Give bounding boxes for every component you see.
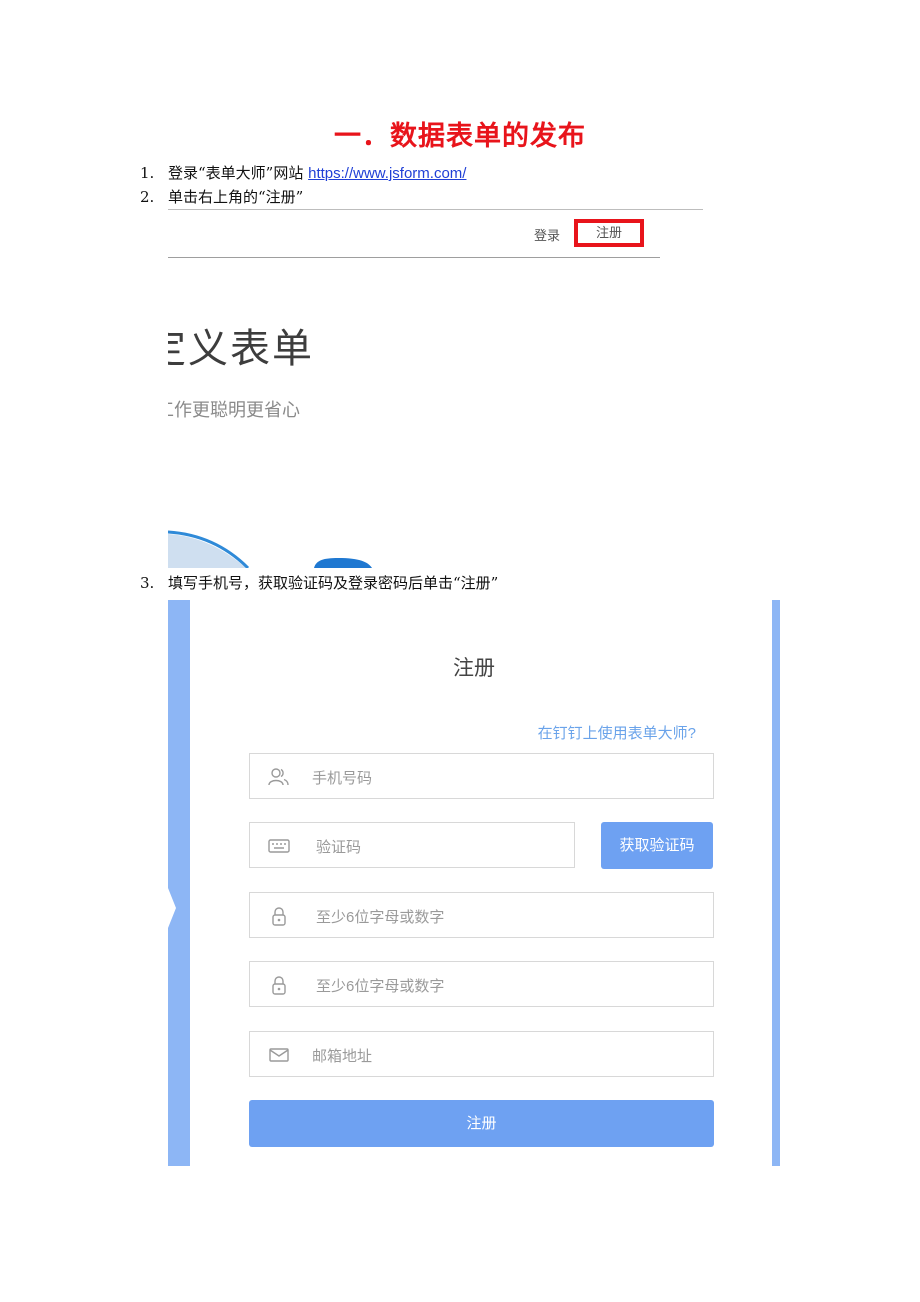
step-text: 登录“表单大师”网站 (168, 164, 309, 182)
step-2: 2. 单击右上角的“注册” (140, 186, 303, 207)
confirm-password-placeholder: 至少6位字母或数字 (316, 978, 445, 995)
login-link[interactable]: 登录 (534, 225, 560, 244)
verification-code-field[interactable]: 验证码 (249, 822, 575, 868)
background-strip (772, 600, 780, 1166)
step-number: 2. (140, 188, 155, 206)
keyboard-icon (268, 839, 290, 853)
lock-icon (272, 907, 286, 926)
background-strip (168, 600, 190, 1166)
hero-subtitle: 工作更聪明更省心 (168, 400, 300, 420)
website-link[interactable]: https://www.jsform.com/ (308, 165, 466, 182)
phone-placeholder: 手机号码 (312, 770, 373, 787)
confirm-password-field[interactable]: 至少6位字母或数字 (249, 961, 714, 1007)
hero-title: 定义表单 (168, 327, 314, 371)
register-screenshot: 注册 在钉钉上使用表单大师? 手机号码 验证码 获取验证码 至少6位字母或数字 (168, 600, 780, 1166)
divider (168, 209, 703, 210)
document-title: 一．数据表单的发布 (334, 121, 586, 152)
code-placeholder: 验证码 (316, 839, 362, 856)
step-number: 3. (140, 574, 155, 592)
step-3: 3. 填写手机号，获取验证码及登录密码后单击“注册” (140, 572, 498, 593)
password-placeholder: 至少6位字母或数字 (316, 909, 445, 926)
user-icon (268, 768, 289, 786)
step-number: 1. (140, 164, 155, 182)
hero-illustration (168, 530, 372, 568)
email-placeholder: 邮箱地址 (312, 1048, 373, 1065)
homepage-screenshot: 登录 注册 定义表单 工作更聪明更省心 (168, 208, 708, 568)
register-button[interactable]: 注册 (574, 219, 644, 247)
mail-icon (269, 1048, 289, 1062)
step-text: 单击右上角的“注册” (168, 188, 304, 206)
dingtalk-link[interactable]: 在钉钉上使用表单大师? (538, 722, 696, 743)
get-code-button[interactable]: 获取验证码 (601, 822, 713, 869)
background-strip-notch (168, 888, 176, 928)
step-text: 填写手机号，获取验证码及登录密码后单击“注册” (168, 574, 499, 592)
submit-register-button[interactable]: 注册 (249, 1100, 714, 1147)
divider (168, 257, 660, 258)
email-field[interactable]: 邮箱地址 (249, 1031, 714, 1077)
password-field[interactable]: 至少6位字母或数字 (249, 892, 714, 938)
register-title: 注册 (453, 657, 495, 680)
lock-icon (272, 976, 286, 995)
step-1: 1. 登录“表单大师”网站 https://www.jsform.com/ (140, 162, 466, 183)
phone-field[interactable]: 手机号码 (249, 753, 714, 799)
